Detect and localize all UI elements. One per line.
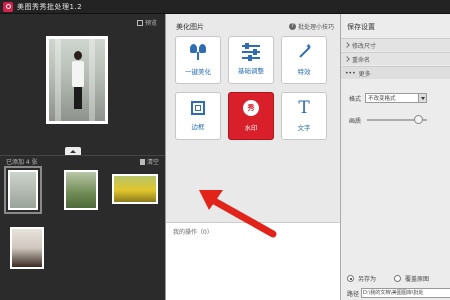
- section-title: 美化图片: [176, 23, 204, 31]
- save-as-radio[interactable]: [347, 275, 354, 282]
- added-count-label: 已添加 4 张: [6, 159, 38, 166]
- path-row: 路径 D:\我的文档\美图图库\批处: [347, 288, 450, 298]
- format-row: 格式 不改变格式: [341, 92, 450, 104]
- thumbnail[interactable]: [4, 166, 42, 214]
- app-logo-icon: [3, 1, 13, 12]
- overwrite-radio[interactable]: [394, 275, 402, 282]
- tool-label: 特效: [297, 68, 311, 76]
- tips-link[interactable]: ? 批处理小技巧: [288, 22, 334, 31]
- clear-button[interactable]: 清空: [139, 157, 159, 166]
- quality-label: 画质: [349, 117, 362, 125]
- chevron-right-icon: [344, 42, 350, 48]
- chevron-down-icon: [418, 94, 427, 102]
- frame-icon: [191, 101, 205, 115]
- save-mode-row: 另存为 覆盖原图: [347, 274, 450, 283]
- thumbnail[interactable]: [64, 170, 98, 210]
- ops-label: 我的操作（0）: [173, 229, 213, 236]
- row-label: 修改尺寸: [352, 42, 377, 50]
- format-label: 格式: [349, 95, 362, 103]
- preview-icon: [136, 19, 143, 26]
- my-operations-panel: 我的操作（0）: [166, 222, 341, 300]
- tool-label: 一键美化: [185, 68, 211, 76]
- magic-wand-icon: ✦: [296, 42, 312, 60]
- main-preview-photo: [46, 36, 108, 124]
- tool-label: 文字: [297, 124, 311, 132]
- resize-row[interactable]: 修改尺寸: [341, 38, 450, 51]
- center-panel: 美化图片 ? 批处理小技巧 一键美化 基础调整 ✦ 特效 边框 秀 水印 T 文…: [165, 14, 341, 300]
- tool-basic-adjust[interactable]: 基础调整: [228, 36, 274, 84]
- row-label: 重命名: [352, 56, 371, 64]
- format-value: 不改变格式: [368, 96, 396, 102]
- more-row[interactable]: ••• 更多: [341, 66, 450, 79]
- tool-label: 基础调整: [238, 67, 264, 75]
- tips-label: 批处理小技巧: [297, 24, 334, 31]
- tool-label: 水印: [244, 124, 258, 132]
- quality-slider[interactable]: [367, 115, 428, 124]
- clear-label: 清空: [146, 159, 159, 166]
- tool-watermark[interactable]: 秀 水印: [228, 92, 274, 140]
- save-settings-title: 保存设置: [347, 23, 375, 31]
- tool-frame[interactable]: 边框: [175, 92, 221, 140]
- overwrite-label: 覆盖原图: [405, 276, 430, 283]
- thumbnail[interactable]: [112, 174, 158, 204]
- row-label: 更多: [358, 70, 371, 78]
- window-title: 美图秀秀批处理1.2: [17, 2, 83, 11]
- quality-slider-thumb[interactable]: [413, 115, 423, 124]
- preview-button[interactable]: 预览: [136, 18, 157, 27]
- sliders-icon: [242, 43, 260, 61]
- help-icon: ?: [288, 23, 296, 30]
- thumbnail[interactable]: [10, 227, 44, 269]
- tool-effects[interactable]: ✦ 特效: [281, 36, 327, 84]
- title-bar: 美图秀秀批处理1.2: [0, 0, 450, 14]
- tool-label: 边框: [191, 123, 205, 131]
- left-panel: 预览 已添加 4 张 清空: [0, 14, 165, 300]
- path-label: 路径: [347, 290, 360, 298]
- preview-label: 预览: [144, 20, 157, 27]
- format-select[interactable]: 不改变格式: [365, 93, 428, 103]
- trash-icon: [139, 158, 145, 165]
- save-as-label: 另存为: [358, 276, 377, 283]
- text-icon: T: [298, 98, 310, 118]
- stamp-icon: 秀: [243, 100, 259, 116]
- more-icon: •••: [345, 69, 356, 77]
- tool-text[interactable]: T 文字: [281, 92, 327, 140]
- added-bar: 已添加 4 张 清空: [0, 155, 165, 167]
- rename-row[interactable]: 重命名: [341, 52, 450, 65]
- quality-row: 画质: [341, 114, 450, 126]
- tool-one-click-beautify[interactable]: 一键美化: [175, 36, 221, 84]
- collapse-toggle[interactable]: [65, 147, 81, 155]
- right-panel: 保存设置 修改尺寸 重命名 ••• 更多 格式 不改变格式 画质 另存为 覆盖原…: [340, 14, 450, 300]
- chevron-right-icon: [344, 56, 350, 62]
- tulip-icon: [190, 44, 206, 60]
- chevron-up-icon: [70, 149, 76, 153]
- path-field[interactable]: D:\我的文档\美图图库\批处: [361, 288, 450, 298]
